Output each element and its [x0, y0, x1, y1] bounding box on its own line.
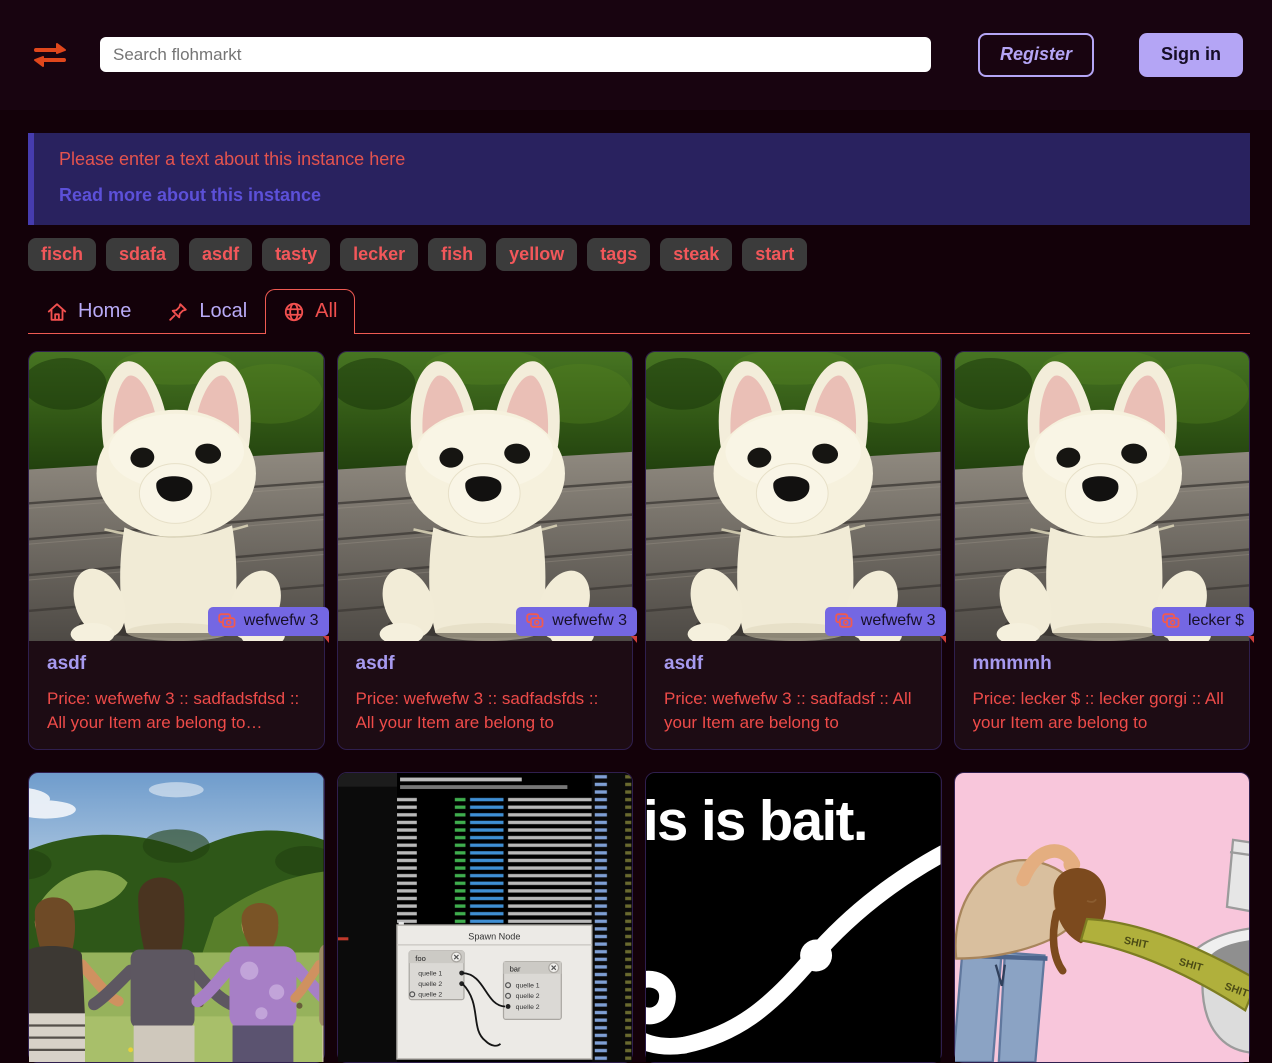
register-button[interactable]: Register [978, 33, 1094, 77]
tag-asdf[interactable]: asdf [189, 238, 252, 272]
photos-icon [524, 611, 544, 631]
listing-price: Price: wefwefw 3 :: sadfadsf :: All your… [664, 687, 923, 735]
tag-tags[interactable]: tags [587, 238, 650, 272]
tag-fish[interactable]: fish [428, 238, 486, 272]
search-input[interactable] [100, 37, 931, 72]
badge-label: wefwefw 3 [244, 612, 319, 630]
listing-body: asdf Price: wefwefw 3 :: sadfadsf :: All… [646, 641, 941, 749]
tab-local-label: Local [199, 300, 247, 323]
listing-card-7[interactable] [645, 772, 942, 1063]
tag-yellow[interactable]: yellow [496, 238, 577, 272]
listing-card-2[interactable]: wefwefw 3 asdf Price: wefwefw 3 :: sadfa… [337, 351, 634, 750]
listing-body: asdf Price: wefwefw 3 :: sadfadsfdsd :: … [29, 641, 324, 749]
listing-card-8[interactable] [954, 772, 1251, 1063]
listing-image-wrap: lecker $ [955, 352, 1250, 641]
tag-start[interactable]: start [742, 238, 807, 272]
photos-icon [833, 611, 853, 631]
badge-label: lecker $ [1188, 612, 1244, 630]
listing-price: Price: lecker $ :: lecker gorgi :: All y… [973, 687, 1232, 735]
tab-all[interactable]: All [265, 289, 355, 333]
tab-home-label: Home [78, 300, 131, 323]
feed-tabs: Home Local All [28, 289, 1250, 334]
tag-fisch[interactable]: fisch [28, 238, 96, 272]
listing-title[interactable]: mmmmh [973, 653, 1232, 675]
listing-card-4[interactable]: lecker $ mmmmh Price: lecker $ :: lecker… [954, 351, 1251, 750]
top-bar: Register Sign in [0, 0, 1272, 110]
hippies-field-photo [29, 773, 324, 1062]
price-badge: wefwefw 3 [825, 607, 946, 636]
bait-meme-image [646, 773, 941, 1062]
read-more-link[interactable]: Read more about this instance [59, 185, 321, 206]
terminal-screenshot-image [338, 773, 633, 1062]
tab-all-label: All [315, 300, 337, 323]
listing-image-wrap: wefwefw 3 [29, 352, 324, 641]
listing-price: Price: wefwefw 3 :: sadfadsfds :: All yo… [356, 687, 615, 735]
listing-image-wrap [955, 773, 1250, 1062]
instance-notice: Please enter a text about this instance … [28, 133, 1250, 225]
listing-image-wrap: wefwefw 3 [646, 352, 941, 641]
listing-card-1[interactable]: wefwefw 3 asdf Price: wefwefw 3 :: sadfa… [28, 351, 325, 750]
photos-icon [216, 611, 236, 631]
badge-label: wefwefw 3 [552, 612, 627, 630]
tag-sdafa[interactable]: sdafa [106, 238, 179, 272]
listing-title[interactable]: asdf [47, 653, 306, 675]
badge-label: wefwefw 3 [861, 612, 936, 630]
sign-in-button[interactable]: Sign in [1139, 33, 1243, 77]
tag-tasty[interactable]: tasty [262, 238, 330, 272]
tag-list: fisch sdafa asdf tasty lecker fish yello… [28, 238, 1250, 272]
main-content: Please enter a text about this instance … [0, 133, 1272, 1063]
price-badge: lecker $ [1152, 607, 1254, 636]
listing-image-wrap [646, 773, 941, 1062]
listing-grid: wefwefw 3 asdf Price: wefwefw 3 :: sadfa… [28, 351, 1250, 1063]
vomit-comic-image [955, 773, 1250, 1062]
listing-title[interactable]: asdf [664, 653, 923, 675]
instance-notice-text: Please enter a text about this instance … [59, 149, 1230, 170]
listing-price: Price: wefwefw 3 :: sadfadsfdsd :: All y… [47, 687, 306, 735]
listing-image-wrap: wefwefw 3 [338, 352, 633, 641]
listing-card-3[interactable]: wefwefw 3 asdf Price: wefwefw 3 :: sadfa… [645, 351, 942, 750]
price-badge: wefwefw 3 [208, 607, 329, 636]
listing-card-6[interactable] [337, 772, 634, 1063]
marshmallow-dog-photo [646, 352, 941, 641]
listing-card-5[interactable] [28, 772, 325, 1063]
marshmallow-dog-photo [955, 352, 1250, 641]
listing-image-wrap [29, 773, 324, 1062]
listing-title[interactable]: asdf [356, 653, 615, 675]
pin-icon [167, 301, 189, 323]
search-wrap [100, 37, 931, 72]
tab-local[interactable]: Local [149, 289, 265, 333]
listing-body: asdf Price: wefwefw 3 :: sadfadsfds :: A… [338, 641, 633, 749]
home-icon [46, 301, 68, 323]
listing-body: mmmmh Price: lecker $ :: lecker gorgi ::… [955, 641, 1250, 749]
flohmarkt-logo-swap-arrows-icon[interactable] [32, 40, 68, 70]
tag-steak[interactable]: steak [660, 238, 732, 272]
tab-home[interactable]: Home [28, 289, 149, 333]
marshmallow-dog-photo [29, 352, 324, 641]
price-badge: wefwefw 3 [516, 607, 637, 636]
tag-lecker[interactable]: lecker [340, 238, 418, 272]
photos-icon [1160, 611, 1180, 631]
globe-icon [283, 301, 305, 323]
listing-image-wrap [338, 773, 633, 1062]
marshmallow-dog-photo [338, 352, 633, 641]
